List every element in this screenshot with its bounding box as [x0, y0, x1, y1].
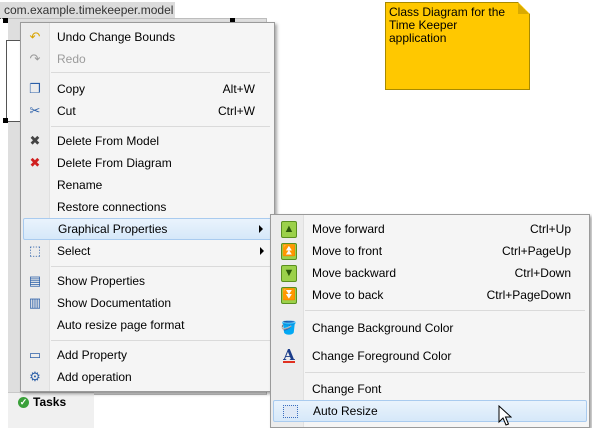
menu-item-add-property[interactable]: ▭ Add Property	[23, 344, 272, 366]
properties-icon: ▤	[28, 273, 42, 288]
menu-item-label: Delete From Model	[57, 134, 160, 148]
tasks-tab-label: ✓ Tasks	[18, 395, 66, 409]
menu-item-restore-connections[interactable]: Restore connections	[23, 196, 272, 218]
diagram-note[interactable]: Class Diagram for the Time Keeper applic…	[385, 2, 530, 90]
font-color-icon: A	[283, 346, 295, 364]
submenu-arrow-icon	[260, 247, 264, 255]
menu-item-cut[interactable]: ✂ Cut Ctrl+W	[23, 100, 272, 122]
menu-item-label: Copy	[57, 82, 86, 96]
menu-item-move-forward[interactable]: ▲ Move forward Ctrl+Up	[273, 218, 587, 240]
menu-item-label: Rename	[57, 178, 103, 192]
paint-bucket-icon: 🪣	[280, 320, 298, 335]
menu-item-shortcut: Ctrl+W	[218, 104, 255, 118]
menu-item-label: Delete From Diagram	[57, 156, 172, 170]
menu-separator	[51, 340, 270, 341]
tasks-tab[interactable]: ✓ Tasks	[8, 392, 94, 428]
menu-item-label: Undo Change Bounds	[57, 30, 176, 44]
menu-item-undo-change-bounds[interactable]: ↶ Undo Change Bounds	[23, 26, 272, 48]
copy-icon: ❐	[29, 81, 41, 96]
operation-icon: ⚙	[29, 369, 41, 384]
menu-separator	[51, 266, 270, 267]
graphical-properties-submenu: ▲ Move forward Ctrl+Up ⏫ Move to front C…	[270, 214, 590, 428]
select-icon: ⬚	[28, 243, 42, 258]
menu-item-label: Auto resize page format	[57, 318, 185, 332]
menu-item-label: Show Properties	[57, 274, 146, 288]
move-to-front-icon: ⏫	[281, 242, 297, 260]
documentation-icon: ▥	[28, 295, 42, 310]
menu-item-graphical-properties[interactable]: Graphical Properties	[23, 218, 272, 240]
menu-item-show-documentation[interactable]: ▥ Show Documentation	[23, 292, 272, 314]
menu-item-auto-resize[interactable]: Auto Resize	[273, 400, 587, 422]
menu-item-label: Show Documentation	[57, 296, 172, 310]
delete-diagram-icon: ✖	[29, 155, 41, 170]
menu-item-label: Select	[57, 244, 91, 258]
menu-separator	[51, 72, 270, 73]
menu-separator	[305, 310, 585, 311]
mouse-cursor-icon	[498, 405, 512, 426]
menu-item-copy[interactable]: ❐ Copy Alt+W	[23, 78, 272, 100]
property-icon: ▭	[28, 347, 42, 362]
tasks-label-text: Tasks	[33, 395, 67, 409]
menu-item-label: Change Font	[312, 382, 382, 396]
menu-item-change-font[interactable]: Change Font	[273, 378, 587, 400]
move-backward-icon: ▼	[281, 264, 297, 282]
menu-item-show-properties[interactable]: ▤ Show Properties	[23, 270, 272, 292]
delete-model-icon: ✖	[29, 133, 41, 148]
menu-item-label: Change Background Color	[312, 321, 454, 335]
menu-item-change-background-color[interactable]: 🪣 Change Background Color	[273, 317, 587, 339]
menu-item-label: Add operation	[57, 370, 132, 384]
menu-item-label: Redo	[57, 52, 86, 66]
menu-item-shortcut: Ctrl+Up	[529, 222, 571, 236]
selection-handle[interactable]	[3, 118, 8, 123]
package-label[interactable]: com.example.timekeeper.model	[0, 2, 176, 19]
menu-item-label: Add Property	[57, 348, 128, 362]
menu-item-change-foreground-color[interactable]: A Change Foreground Color	[273, 345, 587, 367]
menu-item-shortcut: Alt+W	[222, 82, 255, 96]
note-text: Class Diagram for the Time Keeper applic…	[389, 5, 506, 45]
menu-item-move-to-back[interactable]: ⏬ Move to back Ctrl+PageDown	[273, 284, 587, 306]
menu-item-label: Cut	[57, 104, 76, 118]
menu-item-shortcut: Ctrl+Down	[514, 266, 571, 280]
menu-item-select[interactable]: ⬚ Select	[23, 240, 272, 262]
menu-item-shortcut: Ctrl+PageDown	[486, 288, 571, 302]
menu-item-label: Move to front	[312, 244, 383, 258]
menu-item-shortcut: Ctrl+PageUp	[501, 244, 571, 258]
context-menu: ↶ Undo Change Bounds ↷ Redo ❐ Copy Alt+W…	[20, 22, 275, 392]
menu-item-delete-from-diagram[interactable]: ✖ Delete From Diagram	[23, 152, 272, 174]
menu-item-auto-resize-page-format[interactable]: Auto resize page format	[23, 314, 272, 336]
menu-separator	[305, 372, 585, 373]
auto-resize-icon	[282, 403, 298, 419]
undo-icon: ↶	[29, 29, 41, 44]
menu-item-label: Move backward	[312, 266, 397, 280]
submenu-arrow-icon	[259, 225, 263, 233]
menu-item-move-to-front[interactable]: ⏫ Move to front Ctrl+PageUp	[273, 240, 587, 262]
menu-item-label: Graphical Properties	[58, 222, 168, 236]
menu-item-label: Change Foreground Color	[312, 349, 452, 363]
menu-item-add-operation[interactable]: ⚙ Add operation	[23, 366, 272, 388]
menu-item-label: Move to back	[312, 288, 384, 302]
tasks-icon: ✓	[18, 396, 29, 408]
menu-separator	[51, 126, 270, 127]
menu-item-label: Auto Resize	[313, 404, 378, 418]
menu-item-move-backward[interactable]: ▼ Move backward Ctrl+Down	[273, 262, 587, 284]
move-to-back-icon: ⏬	[281, 286, 297, 304]
selection-handle[interactable]	[3, 18, 8, 23]
menu-item-label: Move forward	[312, 222, 385, 236]
redo-icon: ↷	[29, 51, 41, 66]
menu-item-rename[interactable]: Rename	[23, 174, 272, 196]
move-forward-icon: ▲	[281, 220, 297, 238]
menu-item-redo[interactable]: ↷ Redo	[23, 48, 272, 70]
menu-item-label: Restore connections	[57, 200, 167, 214]
menu-item-delete-from-model[interactable]: ✖ Delete From Model	[23, 130, 272, 152]
cut-icon: ✂	[29, 103, 41, 118]
